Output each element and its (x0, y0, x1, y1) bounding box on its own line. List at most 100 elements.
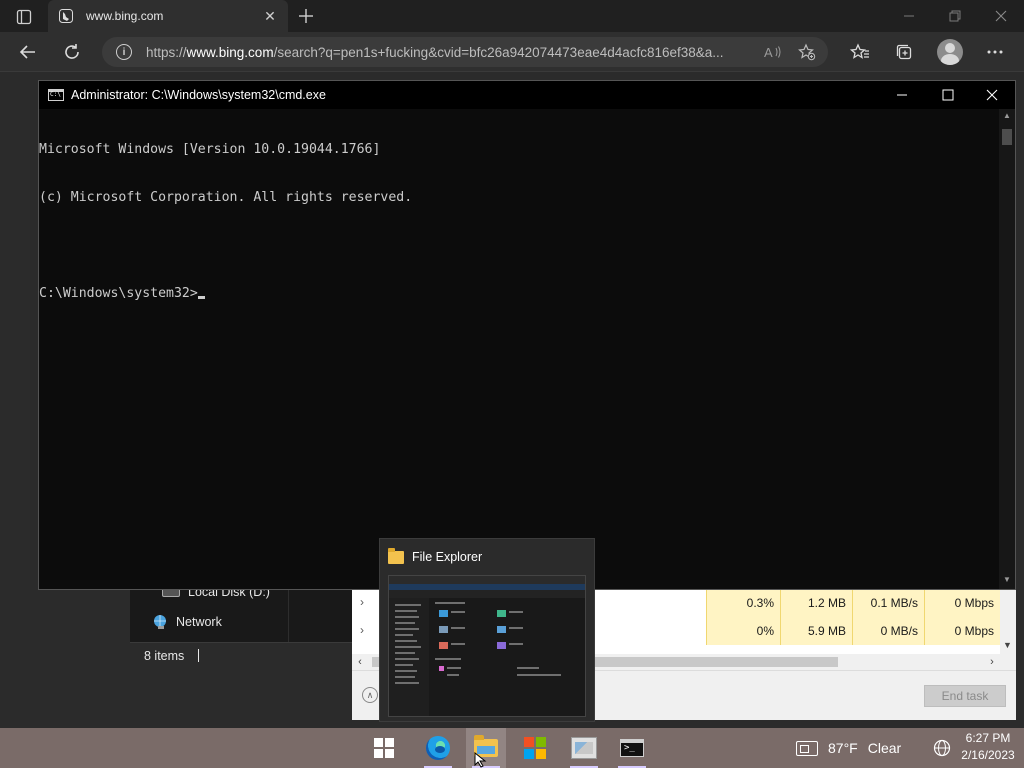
cpu-cell: 0% (706, 617, 780, 645)
taskbar-store[interactable] (515, 728, 555, 768)
address-bar[interactable]: i https://www.bing.com/search?q=pen1s+fu… (102, 37, 828, 67)
tab-actions-icon (16, 9, 32, 25)
temperature: 87°F (828, 740, 858, 756)
scroll-right-icon[interactable]: › (984, 654, 1000, 670)
cmd-close-button[interactable] (969, 81, 1015, 109)
scroll-left-icon[interactable]: ‹ (352, 654, 368, 670)
preview-address (389, 590, 585, 598)
preview-line (395, 682, 419, 684)
cmd-title-bar[interactable]: Administrator: C:\Windows\system32\cmd.e… (39, 81, 1015, 109)
favorites-button[interactable] (846, 38, 874, 66)
close-icon (995, 10, 1007, 22)
settings-menu-button[interactable] (981, 38, 1009, 66)
cmd-minimize-button[interactable] (879, 81, 925, 109)
preview-line (395, 652, 415, 654)
preview-tile (439, 626, 448, 633)
browser-close-button[interactable] (989, 4, 1013, 28)
expand-chevron-icon[interactable]: › (360, 623, 364, 637)
end-task-button[interactable]: End task (924, 685, 1006, 707)
browser-toolbar: i https://www.bing.com/search?q=pen1s+fu… (0, 32, 1024, 72)
preview-line (395, 628, 419, 630)
vertical-scrollbar[interactable]: ▼ (1000, 588, 1016, 670)
add-favorite-icon[interactable] (796, 41, 818, 63)
refresh-button[interactable] (58, 38, 86, 66)
item-count: 8 items (144, 648, 185, 663)
preview-line (395, 640, 417, 642)
network-cell: 0 Mbps (924, 589, 1000, 617)
cmd-app-icon[interactable] (48, 89, 64, 101)
url-host: www.bing.com (186, 44, 274, 60)
preview-tile (439, 610, 448, 617)
site-info-icon[interactable]: i (116, 44, 132, 60)
preview-line (509, 643, 523, 645)
new-tab-button[interactable] (294, 4, 318, 28)
preview-tile (439, 642, 448, 649)
preview-line (395, 664, 413, 666)
tab-close-icon[interactable]: ✕ (262, 8, 278, 24)
file-explorer-thumbnail[interactable]: File Explorer (379, 538, 595, 722)
preview-line (517, 674, 561, 676)
console-prompt-line: C:\Windows\system32> (39, 286, 999, 302)
status-separator (198, 649, 200, 662)
tab-actions-button[interactable] (10, 6, 38, 28)
profile-avatar[interactable] (937, 39, 963, 65)
network-label: Network (176, 615, 222, 629)
console-prompt: C:\Windows\system32> (39, 286, 198, 301)
store-icon (524, 737, 546, 759)
disk-cell: 0.1 MB/s (852, 589, 924, 617)
cmd-window: Administrator: C:\Windows\system32\cmd.e… (38, 80, 1016, 590)
preview-line (395, 604, 421, 606)
weather-icon (796, 740, 818, 756)
preview-line (447, 674, 459, 676)
browser-minimize-button[interactable] (897, 4, 921, 28)
system-clock[interactable]: 6:27 PM 2/16/2023 (958, 730, 1018, 764)
preview-tile (497, 610, 506, 617)
arrow-left-icon (19, 45, 35, 59)
fewer-details-icon[interactable]: ∧ (362, 687, 378, 703)
scroll-down-icon[interactable]: ▼ (999, 575, 1015, 584)
scroll-up-icon[interactable]: ▲ (999, 111, 1015, 120)
preview-line (517, 667, 539, 669)
browser-restore-button[interactable] (943, 4, 967, 28)
cmd-maximize-button[interactable] (925, 81, 971, 109)
cmd-console-output[interactable]: Microsoft Windows [Version 10.0.19044.17… (39, 109, 999, 589)
weather-widget[interactable]: 87°F Clear (796, 728, 901, 768)
scroll-thumb[interactable] (1002, 129, 1012, 145)
globe-icon[interactable] (933, 739, 951, 757)
more-dots-icon (987, 50, 1003, 54)
url-prefix: https:// (146, 44, 187, 60)
preview-line (395, 622, 415, 624)
text-cursor (197, 296, 205, 299)
back-button[interactable] (14, 38, 42, 66)
command-prompt-icon (620, 739, 644, 757)
cmd-scrollbar[interactable]: ▲ ▼ (999, 109, 1015, 589)
read-aloud-icon[interactable]: A (762, 41, 784, 63)
taskbar-task-manager[interactable] (564, 728, 604, 768)
url-text[interactable]: https://www.bing.com/search?q=pen1s+fuck… (146, 45, 750, 60)
preview-line (395, 616, 419, 618)
weather-condition: Clear (867, 740, 902, 756)
read-aloud-label: A (764, 45, 773, 60)
refresh-icon (65, 44, 79, 59)
nav-item-network[interactable]: Network (152, 608, 222, 636)
clock-date: 2/16/2023 (961, 748, 1015, 762)
preview-tile (497, 642, 506, 649)
minimize-icon (904, 15, 914, 17)
taskbar-cmd[interactable] (612, 728, 652, 768)
expand-chevron-icon[interactable]: › (360, 595, 364, 609)
start-button[interactable] (364, 728, 404, 768)
taskbar-edge[interactable] (418, 728, 458, 768)
preview-title-bar (389, 576, 585, 584)
collections-button[interactable] (890, 38, 918, 66)
preview-line (395, 658, 419, 660)
preview-tile (497, 626, 506, 633)
thumbnail-title: File Explorer (412, 550, 483, 564)
minimize-icon (897, 94, 907, 96)
browser-tab[interactable]: www.bing.com ✕ (48, 0, 288, 32)
task-manager-icon (571, 737, 597, 759)
memory-cell: 5.9 MB (780, 617, 852, 645)
plus-icon (299, 9, 313, 23)
preview-line (451, 611, 465, 613)
scroll-down-icon[interactable]: ▼ (1003, 640, 1012, 650)
